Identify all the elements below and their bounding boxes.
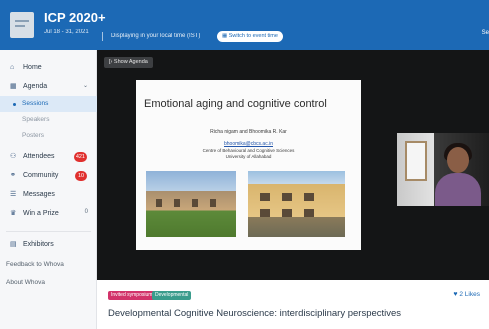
likes-count: 2 Likes: [459, 291, 480, 298]
campus-photo-left: [146, 171, 236, 237]
show-agenda-label: Show Agenda: [113, 59, 148, 65]
slide-authors: Richa nigam and Bhoomika R. Kar: [210, 129, 287, 135]
logo-mark: [15, 25, 25, 27]
sidebar-item-home[interactable]: ⌂ Home: [0, 60, 97, 76]
attendees-count-badge: 421: [73, 152, 87, 162]
speaker-body: [435, 173, 481, 206]
photo-detail: [156, 199, 162, 207]
session-tag[interactable]: Invited symposium: [108, 291, 156, 300]
home-icon: ⌂: [10, 64, 15, 71]
sidebar-item-label: Agenda: [23, 83, 48, 90]
sidebar-item-label: Community: [23, 172, 59, 179]
photo-detail: [192, 199, 198, 207]
sidebar-item-agenda[interactable]: ▦ Agenda ⌄: [0, 79, 97, 95]
sidebar-item-label: Win a Prize: [23, 210, 59, 217]
main-content: [› Show Agenda Emotional aging and cogni…: [97, 50, 489, 329]
sidebar-item-label: Speakers: [22, 116, 50, 123]
sidebar-item-exhibitors[interactable]: ▤ Exhibitors: [0, 237, 97, 253]
logo-mark: [15, 20, 29, 22]
session-title: Developmental Cognitive Neuroscience: in…: [108, 308, 402, 319]
sidebar-item-label: Sessions: [22, 100, 49, 107]
header-bar: ICP 2020+ Jul 18 - 31, 2021 Displaying i…: [0, 0, 489, 50]
trophy-icon: ♛: [10, 210, 17, 217]
event-dates: Jul 18 - 31, 2021: [44, 29, 89, 35]
photo-detail: [210, 199, 216, 207]
session-tag[interactable]: Developmental: [152, 291, 192, 300]
slide-title: Emotional aging and cognitive control: [144, 98, 327, 110]
event-logo[interactable]: [10, 12, 34, 38]
sidebar-item-label: Exhibitors: [23, 241, 54, 248]
video-stage: [› Show Agenda Emotional aging and cogni…: [97, 50, 489, 280]
video-window-frame: [405, 141, 427, 181]
slide-affiliation: Centre of Behavioural and Cognitive Scie…: [202, 148, 295, 153]
photo-detail: [260, 209, 270, 217]
campus-photo-right: [248, 171, 345, 237]
slide-email: bhoomika@cbcs.ac.in: [224, 141, 273, 147]
header-right-text[interactable]: Se: [482, 30, 489, 36]
feedback-link[interactable]: Feedback to Whova: [6, 261, 64, 268]
message-icon: ☰: [10, 191, 17, 198]
sidebar-item-label: Messages: [23, 191, 55, 198]
people-icon: ⚇: [10, 153, 17, 160]
session-info: Invited symposium Developmental ♥ 2 Like…: [97, 280, 489, 329]
sidebar-item-messages[interactable]: ☰ Messages: [0, 187, 97, 203]
sidebar: ⌂ Home ▦ Agenda ⌄ Sessions Speakers Post…: [0, 50, 97, 329]
event-title: ICP 2020+: [44, 10, 106, 25]
speaker-face: [447, 147, 469, 173]
likes-button[interactable]: ♥ 2 Likes: [453, 291, 480, 298]
calendar-icon: ▦: [222, 33, 228, 39]
switch-timezone-label: Switch to event time: [228, 33, 278, 39]
photo-detail: [304, 193, 314, 201]
presentation-slide: Emotional aging and cognitive control Ri…: [136, 80, 361, 250]
timezone-note: Displaying in your local time (IST): [111, 33, 201, 39]
calendar-icon: ▦: [10, 83, 17, 90]
grid-icon: ▤: [10, 241, 17, 248]
sidebar-item-sessions[interactable]: Sessions: [0, 96, 97, 112]
sidebar-item-posters[interactable]: Posters: [0, 128, 97, 144]
community-count-badge: 10: [75, 171, 87, 181]
photo-detail: [174, 199, 180, 207]
sidebar-item-label: Posters: [22, 132, 45, 139]
speaker-video[interactable]: [397, 133, 489, 206]
chevron-down-icon: ⌄: [82, 83, 88, 89]
photo-detail: [282, 209, 292, 217]
slide-affiliation: University of Allahabad: [225, 154, 272, 159]
community-icon: ⚭: [10, 172, 16, 179]
about-link[interactable]: About Whova: [6, 279, 45, 286]
panel-icon: [›: [109, 59, 113, 65]
sidebar-item-speakers[interactable]: Speakers: [0, 112, 97, 128]
photo-detail: [260, 193, 270, 201]
sidebar-item-attendees[interactable]: ⚇ Attendees 421: [0, 149, 97, 165]
photo-detail: [304, 209, 314, 217]
sidebar-item-label: Home: [23, 64, 42, 71]
sidebar-item-win-prize[interactable]: ♛ Win a Prize 0: [0, 206, 97, 222]
heart-icon: ♥: [453, 291, 458, 298]
app-window: ICP 2020+ Jul 18 - 31, 2021 Displaying i…: [0, 0, 489, 329]
sidebar-item-label: Attendees: [23, 153, 55, 160]
show-agenda-button[interactable]: [› Show Agenda: [104, 57, 153, 68]
photo-detail: [282, 193, 292, 201]
switch-timezone-button[interactable]: ▦ Switch to event time: [217, 31, 283, 42]
sidebar-item-community[interactable]: ⚭ Community 10: [0, 168, 97, 184]
sidebar-divider: [6, 231, 91, 232]
win-prize-count: 0: [84, 209, 88, 215]
header-divider: [102, 32, 103, 41]
